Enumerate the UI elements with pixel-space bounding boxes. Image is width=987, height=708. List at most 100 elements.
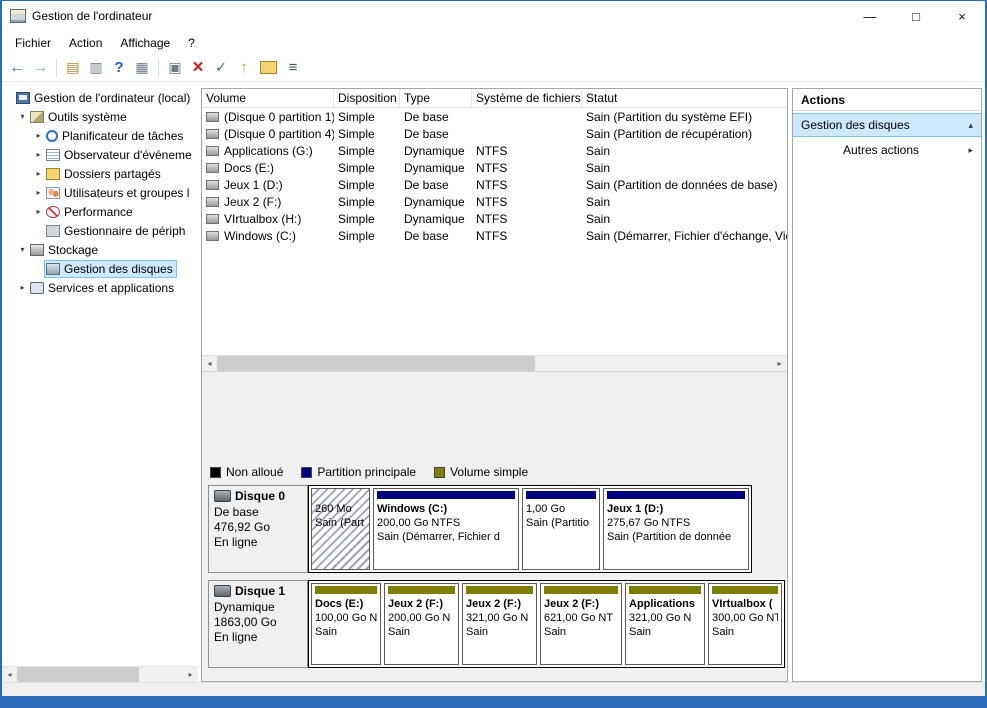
close-button[interactable]: × (939, 1, 985, 31)
volume-row[interactable]: (Disque 0 partition 1) Simple De base Sa… (202, 108, 787, 125)
column-header[interactable]: Système de fichiers (472, 89, 582, 107)
tree-item[interactable]: ▸ Performance (2, 202, 198, 221)
tree-item[interactable]: ▸ Utilisateurs et groupes l (2, 183, 198, 202)
show-console-tree-icon[interactable] (62, 58, 84, 78)
volume-row[interactable]: Jeux 2 (F:) Simple Dynamique NTFS Sain (202, 193, 787, 210)
volume-row[interactable]: Jeux 1 (D:) Simple De base NTFS Sain (Pa… (202, 176, 787, 193)
tree-item-label: Gestionnaire de périph (64, 224, 185, 238)
partition-block[interactable]: Windows (C:) 200,00 Go NTFS Sain (Démarr… (373, 488, 519, 570)
column-header[interactable]: Statut (582, 89, 787, 107)
action-item[interactable]: Autres actions ▸ (793, 139, 981, 161)
scrollbar-thumb[interactable] (17, 667, 139, 682)
tree-expander-icon[interactable]: ▸ (32, 150, 45, 159)
tree-item[interactable]: Gestion de l'ordinateur (local) (2, 88, 198, 107)
action-item[interactable]: Gestion des disques ▴ (793, 113, 981, 137)
disk-graph-area: Non alloué Partition principale Volume s… (202, 378, 787, 681)
partition-block[interactable]: Jeux 2 (F:) 621,00 Go NT Sain (540, 583, 622, 665)
partition-block[interactable]: Applications 321,00 Go N Sain (625, 583, 705, 665)
volume-row[interactable]: Docs (E:) Simple Dynamique NTFS Sain (202, 159, 787, 176)
minimize-button[interactable]: — (847, 1, 893, 31)
partition-block[interactable]: Jeux 1 (D:) 275,67 Go NTFS Sain (Partiti… (603, 488, 749, 570)
disk-row: Disque 0 De base 476,92 Go En ligne (208, 485, 781, 573)
help-icon[interactable] (108, 58, 130, 78)
scrollbar-track[interactable] (17, 667, 183, 682)
actions-items: Gestion des disques ▴ Autres actions ▸ (793, 111, 981, 161)
partition-block[interactable]: Jeux 2 (F:) 200,00 Go N Sain (384, 583, 459, 665)
scrollbar-track[interactable] (217, 356, 772, 371)
partition-size: 621,00 Go NT (544, 611, 618, 625)
tree-item-label: Services et applications (48, 281, 174, 295)
tree-expander-icon[interactable]: ▸ (32, 207, 45, 216)
partition-block[interactable]: Jeux 2 (F:) 321,00 Go N Sain (462, 583, 537, 665)
menu-item[interactable]: Affichage (111, 33, 179, 53)
tree-item[interactable]: ▸ Services et applications (2, 278, 198, 297)
column-header[interactable]: Disposition (334, 89, 400, 107)
tree-item[interactable]: Gestion des disques (2, 259, 198, 278)
disk-label[interactable]: Disque 1 Dynamique 1863,00 Go En ligne (208, 580, 308, 668)
disk-size: 1863,00 Go (214, 615, 302, 630)
scroll-right-button[interactable] (183, 667, 198, 682)
disk-label[interactable]: Disque 0 De base 476,92 Go En ligne (208, 485, 308, 573)
tree-item[interactable]: ▸ Planificateur de tâches (2, 126, 198, 145)
partition-block[interactable]: VIrtualbox ( 300,00 Go NT Sain (708, 583, 782, 665)
tree-expander-icon[interactable]: ▸ (32, 131, 45, 140)
tree-item-selection: Dossiers partagés (45, 166, 164, 182)
tree-item[interactable]: ▾ Stockage (2, 240, 198, 259)
move-up-icon[interactable] (233, 58, 255, 78)
toolbar-separator (158, 59, 159, 77)
pane-splitter[interactable] (202, 371, 787, 378)
partition-block[interactable]: 1,00 Go Sain (Partitio (522, 488, 600, 570)
menu-item[interactable]: Action (60, 33, 111, 53)
check-volume-icon[interactable] (210, 58, 232, 78)
partition-status: Sain (Part (315, 516, 366, 530)
tree-expander-icon[interactable]: ▸ (16, 283, 29, 292)
scrollbar-thumb[interactable] (217, 356, 535, 371)
tree-expander-icon[interactable]: ▸ (32, 188, 45, 197)
volume-row[interactable]: VIrtualbox (H:) Simple Dynamique NTFS Sa… (202, 210, 787, 227)
task-scheduler-icon (46, 130, 58, 142)
back-icon[interactable] (6, 58, 28, 78)
partition-block[interactable]: Docs (E:) 100,00 Go N Sain (311, 583, 381, 665)
tree-expander-icon[interactable]: ▾ (16, 245, 29, 254)
column-header[interactable]: Volume (202, 89, 334, 107)
content-area: Gestion de l'ordinateur (local) ▾ Outils… (2, 82, 985, 682)
chevron-icon[interactable]: ▸ (961, 145, 973, 156)
column-header[interactable]: Type (400, 89, 472, 107)
tree-item[interactable]: Gestionnaire de périph (2, 221, 198, 240)
scroll-left-button[interactable] (202, 356, 217, 371)
tree-item[interactable]: ▸ Observateur d'événeme (2, 145, 198, 164)
properties-icon[interactable] (131, 58, 153, 78)
volume-filesystem: NTFS (472, 193, 582, 210)
volume-filesystem: NTFS (472, 142, 582, 159)
disk-row: Disque 1 Dynamique 1863,00 Go En ligne (208, 580, 781, 668)
volume-disposition: Simple (334, 193, 400, 210)
menu-item[interactable]: ? (179, 33, 204, 53)
chevron-icon[interactable]: ▴ (961, 120, 973, 131)
maximize-button[interactable]: □ (893, 1, 939, 31)
forward-icon[interactable] (29, 58, 51, 78)
tree-expander-icon[interactable]: ▾ (16, 112, 29, 121)
shared-folders-icon (46, 168, 60, 180)
action-pane-icon[interactable] (164, 58, 186, 78)
volume-status: Sain (582, 159, 787, 176)
volume-row[interactable]: (Disque 0 partition 4) Simple De base Sa… (202, 125, 787, 142)
volume-filesystem: NTFS (472, 176, 582, 193)
open-folder-icon[interactable] (260, 61, 277, 74)
scroll-right-button[interactable] (772, 356, 787, 371)
partition-block[interactable]: 260 Mo Sain (Part (311, 488, 370, 570)
view-options-icon[interactable] (282, 58, 304, 78)
volume-name: Jeux 1 (D:) (224, 178, 283, 192)
volume-row[interactable]: Windows (C:) Simple De base NTFS Sain (D… (202, 227, 787, 244)
volume-rows: (Disque 0 partition 1) Simple De base Sa… (202, 108, 787, 355)
menu-item[interactable]: Fichier (6, 33, 60, 53)
export-list-icon[interactable] (85, 58, 107, 78)
tree-item[interactable]: ▸ Dossiers partagés (2, 164, 198, 183)
volume-filesystem: NTFS (472, 227, 582, 244)
users-groups-icon (46, 187, 60, 199)
volume-row[interactable]: Applications (G:) Simple Dynamique NTFS … (202, 142, 787, 159)
delete-volume-icon[interactable] (187, 58, 209, 78)
tree-expander-icon[interactable]: ▸ (32, 169, 45, 178)
partition-size: 275,67 Go NTFS (607, 516, 745, 530)
tree-item[interactable]: ▾ Outils système (2, 107, 198, 126)
scroll-left-button[interactable] (2, 667, 17, 682)
